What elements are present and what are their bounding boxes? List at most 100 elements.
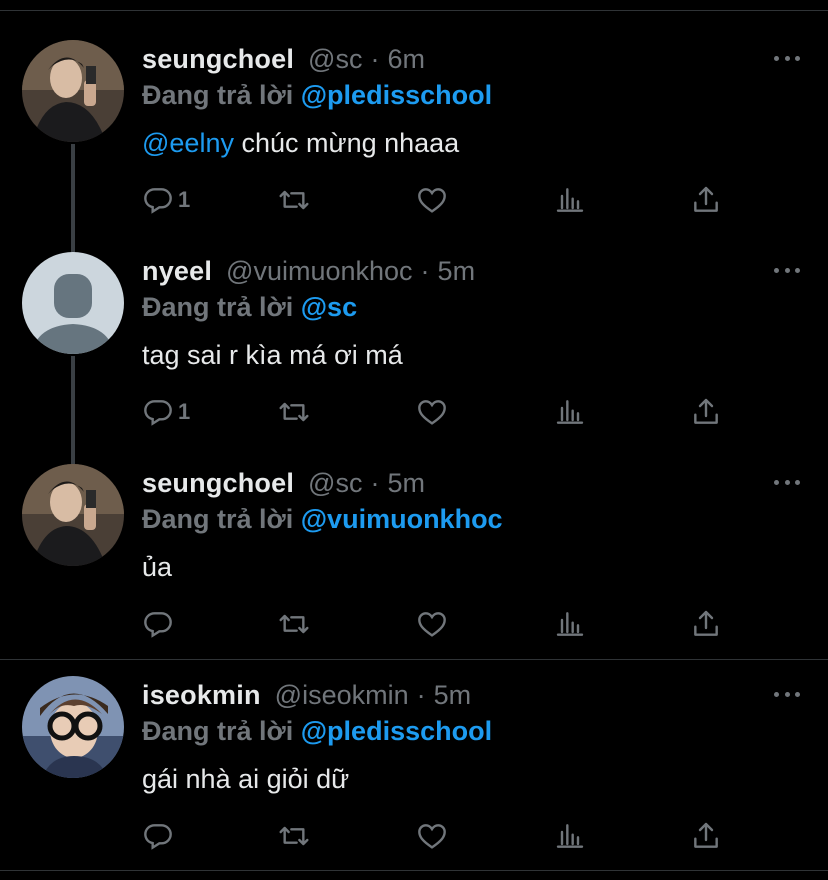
tweet-1[interactable]: seungchoel @sc · 6m Đang trả lời @pledis… bbox=[0, 40, 828, 256]
tweet-4[interactable]: iseokmin @iseokmin · 5m Đang trả lời @pl… bbox=[0, 676, 828, 872]
text-body: gái nhà ai giỏi dữ bbox=[142, 764, 350, 794]
like-button[interactable] bbox=[416, 606, 448, 642]
retweet-button[interactable] bbox=[278, 182, 310, 218]
share-icon bbox=[694, 398, 718, 424]
more-icon[interactable] bbox=[774, 480, 800, 488]
like-button[interactable] bbox=[416, 394, 448, 430]
replying-to-mention[interactable]: @pledisschool bbox=[301, 716, 492, 746]
action-bar bbox=[142, 818, 742, 858]
avatar[interactable] bbox=[22, 464, 124, 566]
retweet-icon bbox=[279, 826, 309, 846]
share-button[interactable] bbox=[690, 182, 722, 218]
share-icon bbox=[694, 822, 718, 848]
share-icon bbox=[694, 186, 718, 212]
action-bar bbox=[142, 606, 742, 646]
action-bar: 1 bbox=[142, 394, 742, 434]
reply-prefix: Đang trả lời bbox=[142, 504, 294, 534]
separator-dot: · bbox=[416, 680, 426, 710]
more-icon[interactable] bbox=[774, 268, 800, 276]
heart-icon bbox=[418, 188, 446, 213]
share-icon bbox=[694, 610, 718, 636]
thread-line bbox=[71, 144, 75, 256]
reply-prefix: Đang trả lời bbox=[142, 716, 294, 746]
share-button[interactable] bbox=[690, 818, 722, 854]
tweet-text: tag sai r kìa má ơi má bbox=[142, 340, 403, 371]
replying-to: Đang trả lời @sc bbox=[142, 292, 357, 323]
reply-button[interactable]: 1 bbox=[142, 394, 190, 430]
heart-icon bbox=[418, 824, 446, 849]
avatar[interactable] bbox=[22, 40, 124, 142]
views-button[interactable] bbox=[554, 182, 586, 218]
reply-icon bbox=[144, 824, 172, 850]
separator-dot: · bbox=[370, 44, 380, 74]
divider bbox=[0, 659, 828, 660]
display-name[interactable]: seungchoel bbox=[142, 468, 294, 499]
replying-to: Đang trả lời @pledisschool bbox=[142, 80, 492, 111]
views-button[interactable] bbox=[554, 606, 586, 642]
avatar[interactable] bbox=[22, 676, 124, 778]
retweet-button[interactable] bbox=[278, 606, 310, 642]
tweet-3[interactable]: seungchoel @sc · 5m Đang trả lời @vuimuo… bbox=[0, 464, 828, 660]
thread-line bbox=[71, 356, 75, 468]
text-body: ủa bbox=[142, 552, 173, 582]
retweet-icon bbox=[279, 402, 309, 422]
reply-count: 1 bbox=[178, 399, 191, 424]
more-icon[interactable] bbox=[774, 692, 800, 700]
like-button[interactable] bbox=[416, 818, 448, 854]
replying-to: Đang trả lời @vuimuonkhoc bbox=[142, 504, 503, 535]
display-name[interactable]: seungchoel bbox=[142, 44, 294, 75]
text-mention[interactable]: @eelny bbox=[142, 128, 234, 158]
handle[interactable]: @iseokmin bbox=[275, 680, 409, 711]
tweet-text: ủa bbox=[142, 552, 172, 583]
views-icon bbox=[556, 612, 584, 636]
display-name[interactable]: iseokmin bbox=[142, 680, 261, 711]
reply-count: 1 bbox=[178, 187, 191, 212]
timestamp[interactable]: 5m bbox=[438, 256, 476, 287]
reply-prefix: Đang trả lời bbox=[142, 292, 294, 322]
bottom-divider bbox=[0, 870, 828, 871]
replying-to: Đang trả lời @pledisschool bbox=[142, 716, 492, 747]
replying-to-mention[interactable]: @vuimuonkhoc bbox=[301, 504, 503, 534]
reply-button[interactable] bbox=[142, 606, 178, 642]
handle[interactable]: @sc bbox=[308, 468, 362, 499]
display-name[interactable]: nyeel bbox=[142, 256, 212, 287]
timestamp[interactable]: 5m bbox=[387, 468, 425, 499]
views-button[interactable] bbox=[554, 394, 586, 430]
action-bar: 1 bbox=[142, 182, 742, 222]
text-body: chúc mừng nhaaa bbox=[233, 128, 460, 158]
timestamp[interactable]: 5m bbox=[434, 680, 472, 711]
avatar[interactable] bbox=[22, 252, 124, 354]
heart-icon bbox=[418, 400, 446, 425]
more-icon[interactable] bbox=[774, 56, 800, 64]
reply-button[interactable]: 1 bbox=[142, 182, 190, 218]
reply-icon bbox=[144, 400, 172, 426]
like-button[interactable] bbox=[416, 182, 448, 218]
reply-icon bbox=[144, 188, 172, 214]
top-divider bbox=[0, 10, 828, 11]
views-icon bbox=[556, 188, 584, 212]
text-body: tag sai r kìa má ơi má bbox=[142, 340, 403, 370]
tweet-text: @eelny chúc mừng nhaaa bbox=[142, 128, 459, 159]
retweet-button[interactable] bbox=[278, 394, 310, 430]
tweet-text: gái nhà ai giỏi dữ bbox=[142, 764, 349, 795]
retweet-icon bbox=[279, 190, 309, 210]
share-button[interactable] bbox=[690, 394, 722, 430]
handle[interactable]: @sc bbox=[308, 44, 362, 75]
separator-dot: · bbox=[370, 468, 380, 498]
replying-to-mention[interactable]: @pledisschool bbox=[301, 80, 492, 110]
views-button[interactable] bbox=[554, 818, 586, 854]
replying-to-mention[interactable]: @sc bbox=[301, 292, 357, 322]
views-icon bbox=[556, 824, 584, 848]
handle[interactable]: @vuimuonkhoc bbox=[226, 256, 413, 287]
reply-icon bbox=[144, 612, 172, 638]
tweet-2[interactable]: nyeel @vuimuonkhoc · 5m Đang trả lời @sc… bbox=[0, 252, 828, 468]
heart-icon bbox=[418, 612, 446, 637]
reply-prefix: Đang trả lời bbox=[142, 80, 294, 110]
retweet-button[interactable] bbox=[278, 818, 310, 854]
retweet-icon bbox=[279, 614, 309, 634]
timestamp[interactable]: 6m bbox=[387, 44, 425, 75]
separator-dot: · bbox=[420, 256, 430, 286]
reply-button[interactable] bbox=[142, 818, 178, 854]
share-button[interactable] bbox=[690, 606, 722, 642]
views-icon bbox=[556, 400, 584, 424]
